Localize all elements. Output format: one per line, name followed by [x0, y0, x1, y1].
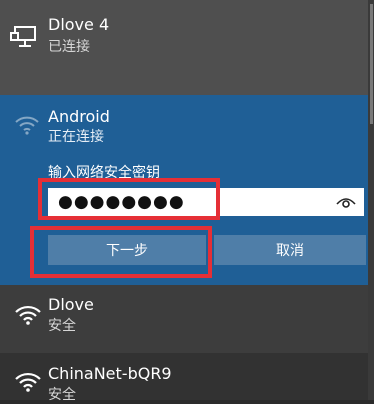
network-status: 已连接: [48, 39, 90, 55]
network-item-dlove[interactable]: Dlove 安全: [0, 285, 374, 353]
scrollbar-thumb[interactable]: [370, 4, 373, 124]
password-prompt-label: 输入网络安全密钥: [48, 165, 160, 181]
wifi-secure-icon: [14, 369, 42, 397]
next-button[interactable]: 下一步: [48, 235, 206, 265]
password-value: ●●●●●●●●: [58, 192, 185, 212]
scrollbar[interactable]: [368, 0, 374, 400]
network-status: 正在连接: [48, 129, 104, 145]
password-input[interactable]: ●●●●●●●●: [48, 188, 364, 216]
network-item-dlove4[interactable]: Dlove 4 已连接: [0, 0, 374, 95]
network-status: 安全: [48, 387, 76, 403]
network-name: Dlove: [48, 295, 94, 314]
wifi-icon: [14, 113, 40, 139]
network-name: ChinaNet-bQR9: [48, 364, 172, 383]
network-item-android[interactable]: Android 正在连接 输入网络安全密钥 ●●●●●●●● 下一步 取消: [0, 95, 374, 285]
network-status: 安全: [48, 318, 76, 334]
network-name: Dlove 4: [48, 15, 110, 34]
network-item-chinanet[interactable]: ChinaNet-bQR9 安全: [0, 353, 374, 403]
cancel-button[interactable]: 取消: [214, 235, 366, 265]
network-name: Android: [48, 107, 110, 126]
wifi-secure-icon: [14, 302, 42, 330]
ethernet-icon: [10, 25, 38, 55]
eye-icon[interactable]: [336, 194, 356, 214]
